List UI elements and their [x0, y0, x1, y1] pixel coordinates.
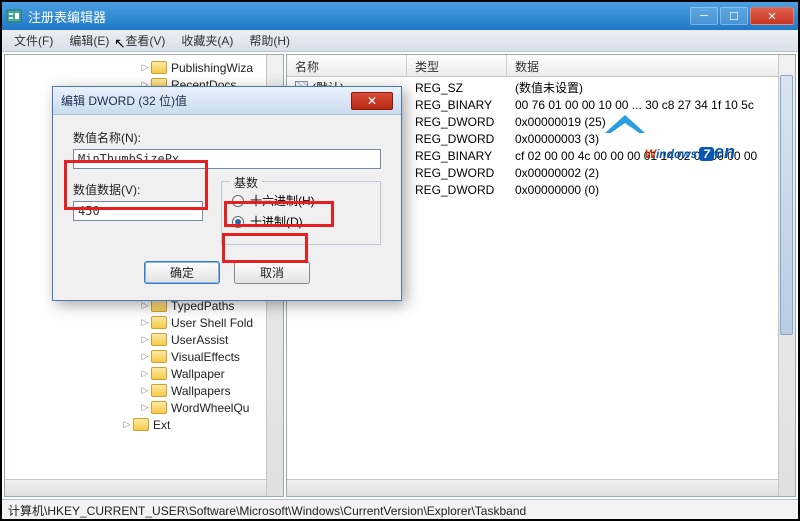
- expand-arrow-icon[interactable]: ▷: [139, 334, 151, 345]
- tree-item[interactable]: ▷ Ext: [9, 416, 283, 433]
- expand-arrow-icon[interactable]: ▷: [139, 402, 151, 413]
- radix-legend: 基数: [230, 174, 262, 191]
- tree-item-label: PublishingWiza: [171, 61, 253, 75]
- tree-item[interactable]: ▷ PublishingWiza: [9, 59, 283, 76]
- cell-type: REG_BINARY: [407, 149, 507, 163]
- tree-item-label: Ext: [153, 418, 170, 432]
- cell-data: 00 76 01 00 00 10 00 ... 30 c8 27 34 1f …: [507, 98, 795, 112]
- tree-item[interactable]: ▷ VisualEffects: [9, 348, 283, 365]
- tree-item[interactable]: ▷ UserAssist: [9, 331, 283, 348]
- expand-arrow-icon[interactable]: ▷: [139, 385, 151, 396]
- expand-arrow-icon[interactable]: ▷: [139, 368, 151, 379]
- cell-data: 0x00000003 (3): [507, 132, 795, 146]
- window-titlebar: 注册表编辑器 ─ ☐ ✕: [2, 2, 798, 30]
- window-title: 注册表编辑器: [28, 7, 690, 26]
- tree-item-label: User Shell Fold: [171, 316, 253, 330]
- radix-dec-label: 十进制(D): [250, 213, 303, 230]
- cell-type: REG_DWORD: [407, 183, 507, 197]
- tree-item-label: Wallpapers: [171, 384, 231, 398]
- tree-item[interactable]: ▷ Wallpaper: [9, 365, 283, 382]
- col-header-data[interactable]: 数据: [507, 55, 795, 76]
- cell-data: 0x00000002 (2): [507, 166, 795, 180]
- cell-type: REG_BINARY: [407, 98, 507, 112]
- folder-icon: [133, 418, 149, 431]
- radix-dec-option[interactable]: 十进制(D): [232, 213, 370, 230]
- folder-icon: [151, 401, 167, 414]
- close-button[interactable]: ✕: [750, 7, 794, 25]
- expand-arrow-icon[interactable]: ▷: [139, 317, 151, 328]
- menu-bar: 文件(F) 编辑(E) 查看(V) 收藏夹(A) 帮助(H) ↖: [2, 30, 798, 52]
- tree-item[interactable]: ▷ User Shell Fold: [9, 314, 283, 331]
- expand-arrow-icon[interactable]: ▷: [139, 62, 151, 73]
- tree-item-label: WordWheelQu: [171, 401, 249, 415]
- folder-icon: [151, 61, 167, 74]
- dialog-title: 编辑 DWORD (32 位)值: [61, 92, 351, 109]
- tree-item[interactable]: ▷ Wallpapers: [9, 382, 283, 399]
- cell-data: 0x00000000 (0): [507, 183, 795, 197]
- radix-groupbox: 基数 十六进制(H) 十进制(D): [221, 181, 381, 245]
- radix-hex-option[interactable]: 十六进制(H): [232, 192, 370, 209]
- status-bar: 计算机\HKEY_CURRENT_USER\Software\Microsoft…: [2, 499, 798, 519]
- value-data-input[interactable]: [73, 201, 203, 221]
- folder-icon: [151, 333, 167, 346]
- list-vscrollbar[interactable]: [778, 55, 795, 496]
- folder-icon: [151, 316, 167, 329]
- regedit-icon: [6, 8, 22, 24]
- minimize-button[interactable]: ─: [690, 7, 718, 25]
- cell-type: REG_DWORD: [407, 132, 507, 146]
- dialog-close-button[interactable]: ✕: [351, 92, 393, 110]
- radix-hex-label: 十六进制(H): [250, 192, 315, 209]
- dialog-titlebar[interactable]: 编辑 DWORD (32 位)值 ✕: [53, 87, 401, 115]
- folder-icon: [151, 350, 167, 363]
- cell-data: (数值未设置): [507, 79, 795, 96]
- expand-arrow-icon[interactable]: ▷: [139, 300, 151, 311]
- list-hscrollbar[interactable]: [287, 479, 778, 496]
- menu-help[interactable]: 帮助(H): [241, 30, 298, 51]
- value-name-label: 数值名称(N):: [73, 129, 381, 146]
- value-data-label: 数值数据(V):: [73, 181, 203, 198]
- col-header-name[interactable]: 名称: [287, 55, 407, 76]
- cell-type: REG_DWORD: [407, 166, 507, 180]
- folder-icon: [151, 367, 167, 380]
- list-header: 名称 类型 数据: [287, 55, 795, 77]
- col-header-type[interactable]: 类型: [407, 55, 507, 76]
- tree-item-label: Wallpaper: [171, 367, 225, 381]
- ok-button[interactable]: 确定: [144, 261, 220, 284]
- menu-favorites[interactable]: 收藏夹(A): [173, 30, 241, 51]
- value-name-input[interactable]: [73, 149, 381, 169]
- maximize-button[interactable]: ☐: [720, 7, 748, 25]
- tree-item-label: UserAssist: [171, 333, 228, 347]
- menu-view[interactable]: 查看(V): [117, 30, 173, 51]
- cell-data: cf 02 00 00 4c 00 00 00 01 14 02 00 00 0…: [507, 149, 795, 163]
- window-buttons: ─ ☐ ✕: [690, 7, 794, 25]
- folder-icon: [151, 384, 167, 397]
- expand-arrow-icon[interactable]: ▷: [121, 419, 133, 430]
- cell-type: REG_SZ: [407, 81, 507, 95]
- menu-edit[interactable]: 编辑(E): [61, 30, 117, 51]
- menu-file[interactable]: 文件(F): [6, 30, 61, 51]
- radio-icon: [232, 195, 244, 207]
- expand-arrow-icon[interactable]: ▷: [139, 351, 151, 362]
- cancel-button[interactable]: 取消: [234, 261, 310, 284]
- cell-type: REG_DWORD: [407, 115, 507, 129]
- radio-icon: [232, 216, 244, 228]
- tree-hscrollbar[interactable]: [5, 479, 266, 496]
- tree-item[interactable]: ▷ WordWheelQu: [9, 399, 283, 416]
- cell-data: 0x00000019 (25): [507, 115, 795, 129]
- tree-item-label: VisualEffects: [171, 350, 240, 364]
- edit-dword-dialog: 编辑 DWORD (32 位)值 ✕ 数值名称(N): 数值数据(V): 基数 …: [52, 86, 402, 301]
